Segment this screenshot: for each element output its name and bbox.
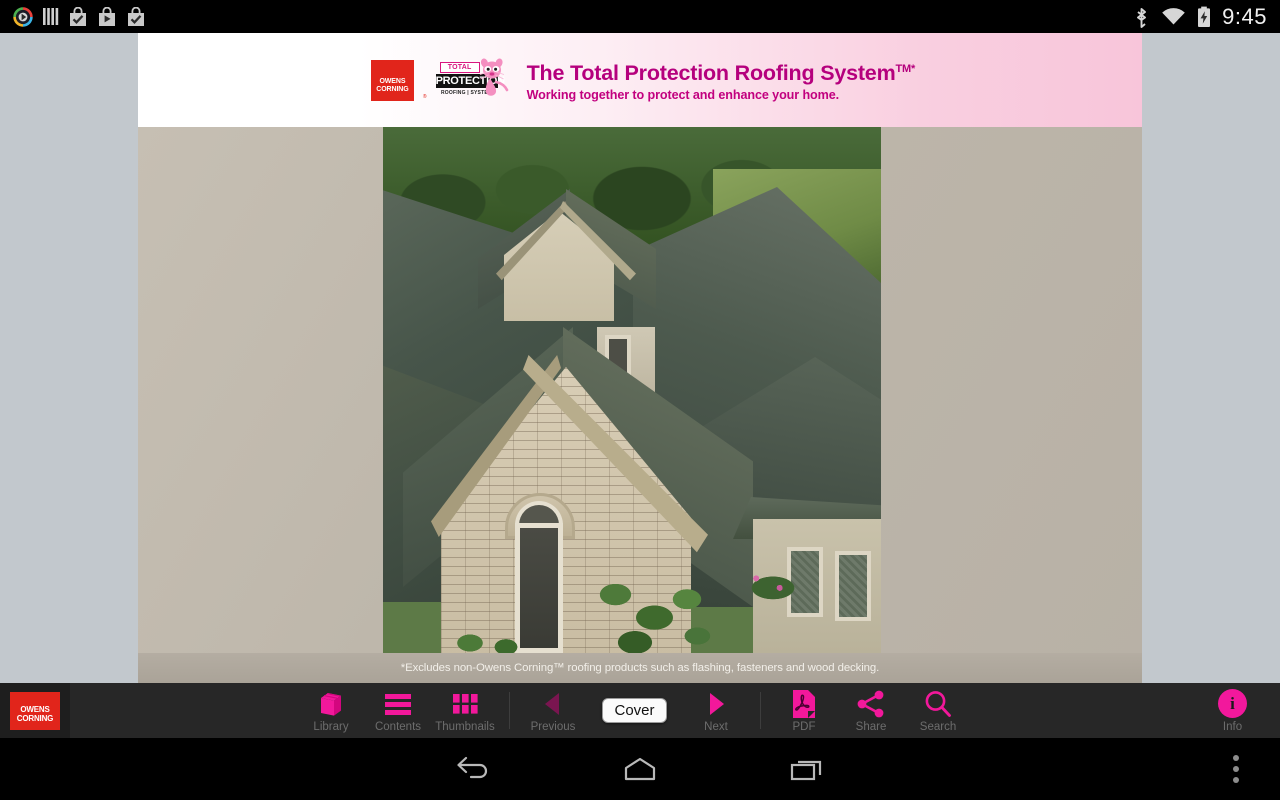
toolbar-info-label: Info	[1222, 720, 1243, 733]
triangle-right-icon	[702, 689, 730, 719]
total-protection-badge: TOTAL PROTECTION ROOFING | SYSTEM	[435, 58, 512, 100]
android-status-bar: 9:45	[0, 0, 1280, 33]
toolbar-brand-logo[interactable]: OWENS CORNING	[0, 683, 70, 738]
toolbar-group-browse: Library Contents Thumbnails	[298, 683, 499, 738]
toolbar-search-label: Search	[919, 720, 957, 733]
screen-root: 9:45 OWENS CORNING ® TOTAL PROTECTION RO…	[0, 0, 1280, 800]
document-page[interactable]: OWENS CORNING ® TOTAL PROTECTION ROOFING…	[138, 33, 1142, 683]
pdf-file-icon	[791, 689, 817, 719]
bluetooth-icon	[1137, 7, 1147, 28]
toolbar-contents-button[interactable]: Contents	[365, 683, 432, 738]
bay-window-right	[835, 551, 871, 621]
toolbar-logo-line2: CORNING	[16, 713, 54, 723]
foreground-foliage-left	[443, 623, 533, 653]
share-nodes-icon	[856, 689, 886, 719]
triangle-left-icon	[539, 689, 567, 719]
toolbar-previous-button[interactable]: Previous	[520, 683, 587, 738]
toolbar-library-button[interactable]: Library	[298, 683, 365, 738]
toolbar-group-pagination: Previous Cover Next	[520, 683, 750, 738]
columns-notification-icon	[43, 8, 59, 25]
page-number-input[interactable]: Cover	[602, 698, 667, 723]
toolbar-contents-label: Contents	[374, 720, 422, 733]
app-toolbar: OWENS CORNING Library Contents Thumbnail…	[0, 683, 1280, 738]
owens-corning-logo: OWENS CORNING	[370, 59, 414, 101]
toolbar-pdf-button[interactable]: PDF	[771, 683, 838, 738]
toolbar-thumbnails-label: Thumbnails	[435, 720, 495, 733]
more-dot-3	[1233, 777, 1239, 783]
page-header-banner: OWENS CORNING ® TOTAL PROTECTION ROOFING…	[138, 33, 1142, 127]
android-nav-bar	[0, 738, 1280, 800]
wifi-icon	[1162, 7, 1185, 24]
toolbar-next-label: Next	[704, 720, 728, 733]
toolbar-divider-2	[759, 692, 761, 729]
nav-home-button[interactable]	[610, 738, 670, 800]
toolbar-page-indicator[interactable]: Cover	[587, 683, 683, 738]
toolbar-thumbnails-button[interactable]: Thumbnails	[432, 683, 499, 738]
oc-logo-line1: OWENS	[379, 78, 406, 86]
download-play-icon	[99, 6, 115, 26]
list-lines-icon	[383, 689, 413, 719]
toolbar-pdf-label: PDF	[792, 720, 816, 733]
page-title-text: The Total Protection Roofing System	[526, 61, 896, 86]
nav-recents-button[interactable]	[777, 738, 837, 800]
info-circle-icon: i	[1218, 689, 1247, 719]
toolbar-group-actions: PDF Share Search	[771, 683, 972, 738]
roof-photograph	[383, 127, 881, 653]
oc-logo-line2: CORNING	[376, 85, 409, 93]
books-icon	[316, 689, 346, 719]
toolbar-library-label: Library	[313, 720, 349, 733]
download-complete-icon	[70, 6, 86, 26]
page-subtitle: Working together to protect and enhance …	[526, 87, 840, 102]
download-complete-icon-2	[128, 6, 144, 26]
more-dot-1	[1233, 755, 1239, 761]
toolbar-search-button[interactable]: Search	[905, 683, 972, 738]
status-bar-notifications[interactable]	[0, 6, 146, 27]
app-notification-icon	[13, 6, 33, 27]
toolbar-group-info: i Info	[1199, 683, 1280, 738]
magnifier-icon	[923, 689, 953, 719]
footnote-text: *Excludes non-Owens Corning™ roofing pro…	[400, 662, 880, 674]
toolbar-info-button[interactable]: i Info	[1199, 683, 1266, 738]
toolbar-spacer-left	[70, 683, 298, 738]
registered-mark: ®	[422, 93, 427, 100]
owens-corning-toolbar-logo: OWENS CORNING	[10, 691, 60, 730]
document-viewer[interactable]: OWENS CORNING ® TOTAL PROTECTION ROOFING…	[0, 33, 1280, 683]
toolbar-share-label: Share	[855, 720, 887, 733]
toolbar-previous-label: Previous	[530, 720, 576, 733]
page-title: The Total Protection Roofing SystemTM*	[526, 57, 916, 86]
toolbar-next-button[interactable]: Next	[683, 683, 750, 738]
foreground-foliage-center	[583, 567, 713, 653]
nav-back-button[interactable]	[443, 738, 503, 800]
info-glyph: i	[1218, 689, 1247, 718]
toolbar-share-button[interactable]: Share	[838, 683, 905, 738]
grid-icon	[450, 689, 480, 719]
nav-more-options-button[interactable]	[1216, 738, 1256, 800]
status-bar-clock: 9:45	[1222, 3, 1267, 29]
page-footnote: *Excludes non-Owens Corning™ roofing pro…	[138, 653, 1142, 683]
pink-panther-icon	[479, 58, 508, 96]
status-bar-system-icons[interactable]: 9:45	[1133, 4, 1280, 30]
hanging-flower-basket	[745, 567, 801, 605]
battery-charging-icon	[1198, 6, 1211, 27]
more-dot-2	[1233, 766, 1239, 772]
page-title-mark: TM*	[895, 63, 916, 76]
page-body: *Excludes non-Owens Corning™ roofing pro…	[138, 127, 1142, 683]
toolbar-spacer-right	[972, 683, 1200, 738]
toolbar-divider-1	[508, 692, 510, 729]
badge-total-label: TOTAL	[439, 62, 480, 73]
